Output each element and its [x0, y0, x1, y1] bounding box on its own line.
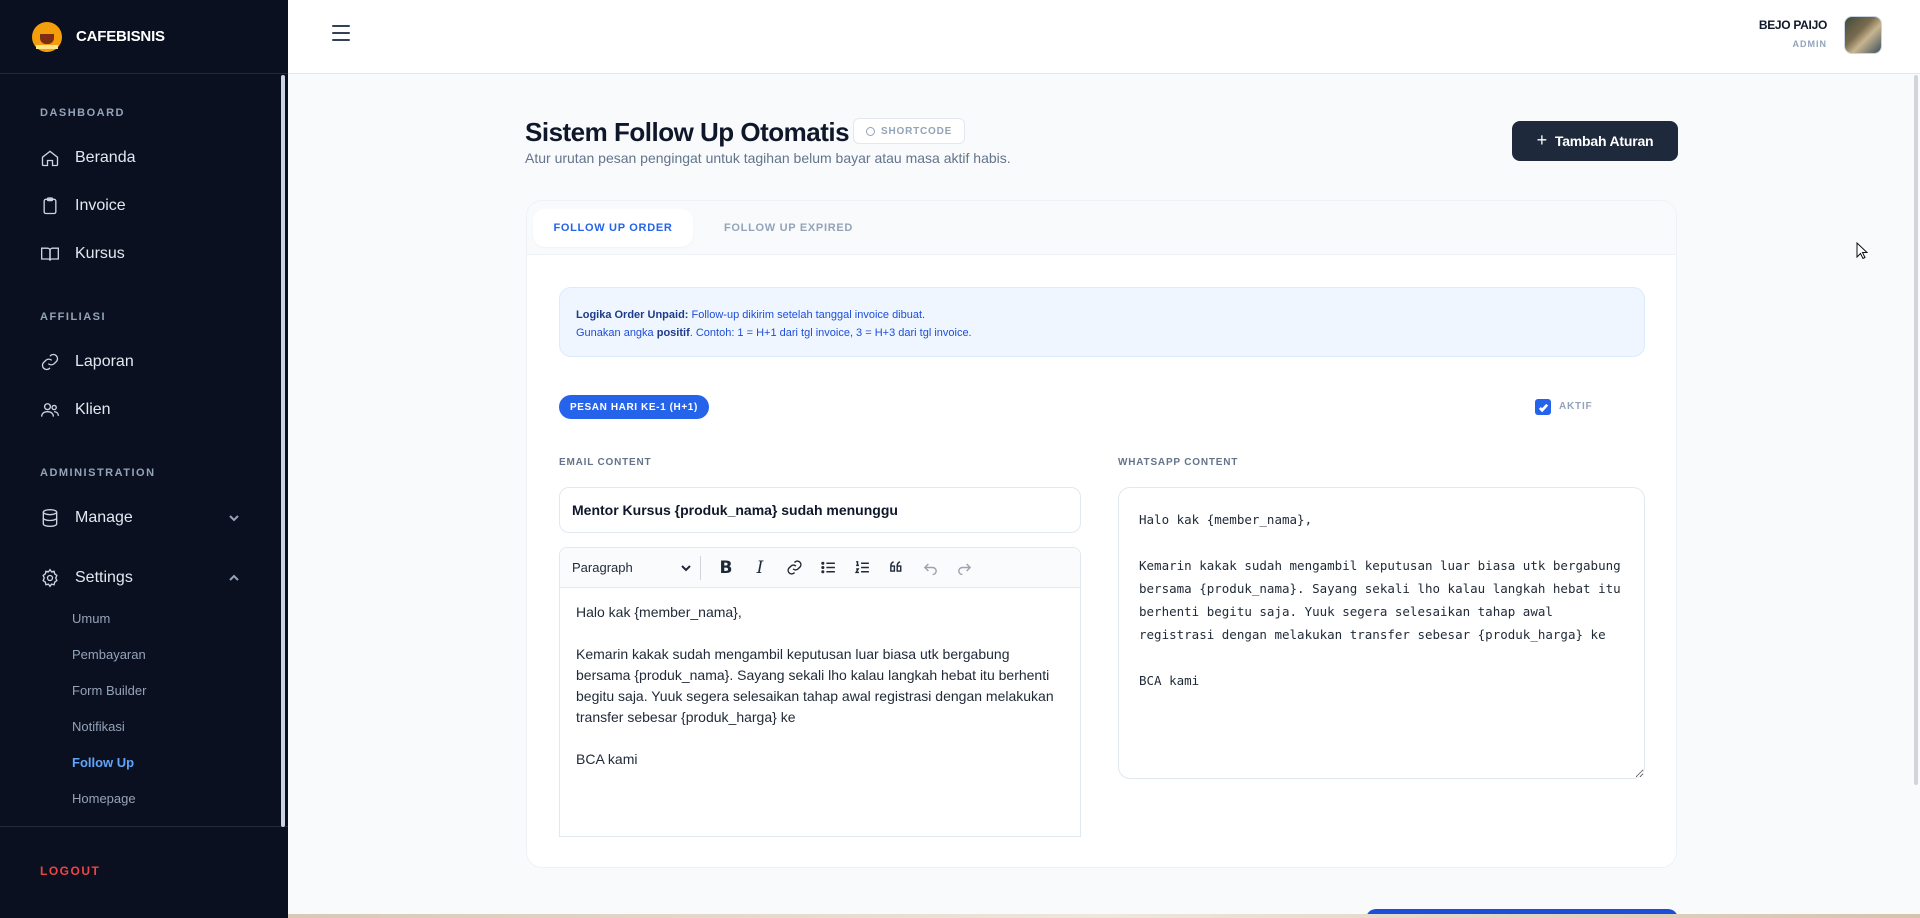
top-header: BEJO PAIJO ADMIN — [288, 0, 1920, 74]
chevron-down-icon[interactable] — [228, 512, 240, 524]
brand[interactable]: CAFEBISNIS — [0, 0, 288, 74]
email-subject-input[interactable] — [559, 487, 1081, 533]
info-line-2: Gunakan angka positif. Contoh: 1 = H+1 d… — [576, 324, 1628, 342]
sidebar-item-klien[interactable]: Klien — [40, 398, 111, 422]
page-subtitle: Atur urutan pesan pengingat untuk tagiha… — [525, 150, 1011, 166]
block-type-select[interactable]: Paragraph — [572, 560, 700, 575]
bulleted-list-icon[interactable] — [811, 553, 845, 583]
email-editor: Paragraph B I Halo kak {member_nama}, Ke… — [559, 547, 1081, 837]
email-body-editor[interactable]: Halo kak {member_nama}, Kemarin kakak su… — [560, 588, 1080, 784]
section-affiliasi: AFFILIASI — [40, 311, 107, 323]
database-icon — [42, 508, 58, 528]
sidebar-sub-notifikasi[interactable]: Notifikasi — [72, 719, 125, 734]
numbered-list-icon[interactable] — [845, 553, 879, 583]
shortcode-badge[interactable]: SHORTCODE — [853, 118, 966, 144]
bold-icon[interactable]: B — [709, 553, 743, 583]
sidebar-sub-homepage[interactable]: Homepage — [72, 791, 136, 806]
section-administration: ADMINISTRATION — [40, 467, 156, 479]
cafe-logo-icon — [32, 21, 62, 52]
follow-up-card: FOLLOW UP ORDER FOLLOW UP EXPIRED Logika… — [526, 200, 1677, 868]
sidebar-item-label: Laporan — [75, 353, 134, 370]
day-badge: PESAN HARI KE-1 (H+1) — [559, 395, 709, 419]
sidebar-item-label: Manage — [75, 509, 133, 526]
user-role: ADMIN — [1792, 39, 1827, 49]
info-line-2-pre: Gunakan angka — [576, 327, 657, 339]
sidebar-scrollbar[interactable] — [281, 75, 285, 827]
info-line-1-bold: Logika Order Unpaid: — [576, 309, 689, 321]
sidebar-item-invoice[interactable]: Invoice — [40, 194, 126, 218]
email-body-line — [576, 728, 1064, 749]
link-icon[interactable] — [777, 553, 811, 583]
email-body-line: Halo kak {member_nama}, — [576, 604, 742, 620]
sidebar-item-label: Beranda — [75, 149, 136, 166]
email-body-line — [576, 623, 1064, 644]
sidebar-item-settings[interactable]: Settings — [40, 566, 133, 590]
info-line-2-text: . Contoh: 1 = H+1 dari tgl invoice, 3 = … — [689, 327, 972, 339]
user-name[interactable]: BEJO PAIJO — [1759, 18, 1827, 32]
mouse-cursor-icon — [1856, 242, 1868, 260]
active-checkbox[interactable] — [1535, 399, 1551, 415]
menu-toggle-icon[interactable] — [332, 25, 350, 41]
active-label: AKTIF — [1559, 401, 1593, 412]
whatsapp-content-label: WHATSAPP CONTENT — [1118, 457, 1239, 468]
sidebar: CAFEBISNIS DASHBOARD Beranda Invoice Kur… — [0, 0, 288, 918]
chevron-down-icon — [681, 564, 691, 571]
sidebar-sub-pembayaran[interactable]: Pembayaran — [72, 647, 146, 662]
sidebar-divider — [0, 826, 288, 827]
logout-button[interactable]: LOGOUT — [40, 864, 100, 878]
avatar[interactable] — [1844, 16, 1882, 54]
info-line-2-bold: positif — [656, 327, 690, 339]
gear-icon — [42, 568, 58, 588]
book-icon — [41, 247, 59, 261]
sidebar-sub-follow-up[interactable]: Follow Up — [72, 755, 134, 770]
sidebar-item-label: Klien — [75, 401, 111, 418]
sidebar-item-label: Invoice — [75, 197, 126, 214]
sidebar-item-label: Kursus — [75, 245, 125, 262]
email-body-line: Kemarin kakak sudah mengambil keputusan … — [576, 646, 1054, 725]
link-icon — [41, 353, 59, 371]
add-rule-button[interactable]: + Tambah Aturan — [1512, 121, 1678, 161]
section-dashboard: DASHBOARD — [40, 107, 125, 119]
sidebar-item-laporan[interactable]: Laporan — [40, 350, 134, 374]
sidebar-sub-form-builder[interactable]: Form Builder — [72, 683, 146, 698]
brand-name: CAFEBISNIS — [76, 28, 165, 45]
sidebar-sub-umum[interactable]: Umum — [72, 611, 110, 626]
sidebar-item-manage[interactable]: Manage — [40, 506, 133, 530]
info-box: Logika Order Unpaid: Follow-up dikirim s… — [559, 287, 1645, 357]
home-icon — [41, 150, 59, 167]
info-line-1: Logika Order Unpaid: Follow-up dikirim s… — [576, 306, 1628, 324]
sidebar-item-kursus[interactable]: Kursus — [40, 242, 125, 266]
shortcode-label: SHORTCODE — [881, 125, 953, 137]
blockquote-icon[interactable] — [879, 553, 913, 583]
email-body-line: BCA kami — [576, 751, 638, 767]
undo-icon[interactable] — [913, 553, 947, 583]
tab-follow-up-order[interactable]: FOLLOW UP ORDER — [533, 209, 693, 247]
add-rule-label: Tambah Aturan — [1554, 133, 1654, 149]
tab-follow-up-expired[interactable]: FOLLOW UP EXPIRED — [724, 209, 853, 247]
email-content-label: EMAIL CONTENT — [559, 457, 652, 468]
clipboard-icon — [43, 197, 57, 215]
users-icon — [41, 403, 59, 417]
plus-icon: + — [1536, 129, 1548, 150]
sidebar-item-label: Settings — [75, 569, 133, 586]
page-scrollbar[interactable] — [1914, 75, 1918, 785]
bottom-strip — [288, 914, 1920, 918]
toolbar-separator — [700, 555, 701, 580]
circle-icon — [866, 126, 875, 136]
editor-toolbar: Paragraph B I — [560, 548, 1080, 588]
page-title: Sistem Follow Up Otomatis — [525, 117, 850, 147]
info-line-1-text: Follow-up dikirim setelah tanggal invoic… — [688, 309, 926, 321]
italic-icon[interactable]: I — [743, 553, 777, 583]
redo-icon[interactable] — [947, 553, 981, 583]
tab-bar: FOLLOW UP ORDER FOLLOW UP EXPIRED — [527, 201, 1676, 255]
chevron-up-icon[interactable] — [228, 572, 240, 584]
block-type-value: Paragraph — [572, 560, 633, 575]
check-icon — [1538, 403, 1548, 412]
sidebar-item-beranda[interactable]: Beranda — [40, 146, 136, 170]
whatsapp-content-textarea[interactable]: Halo kak {member_nama}, Kemarin kakak su… — [1118, 487, 1645, 779]
